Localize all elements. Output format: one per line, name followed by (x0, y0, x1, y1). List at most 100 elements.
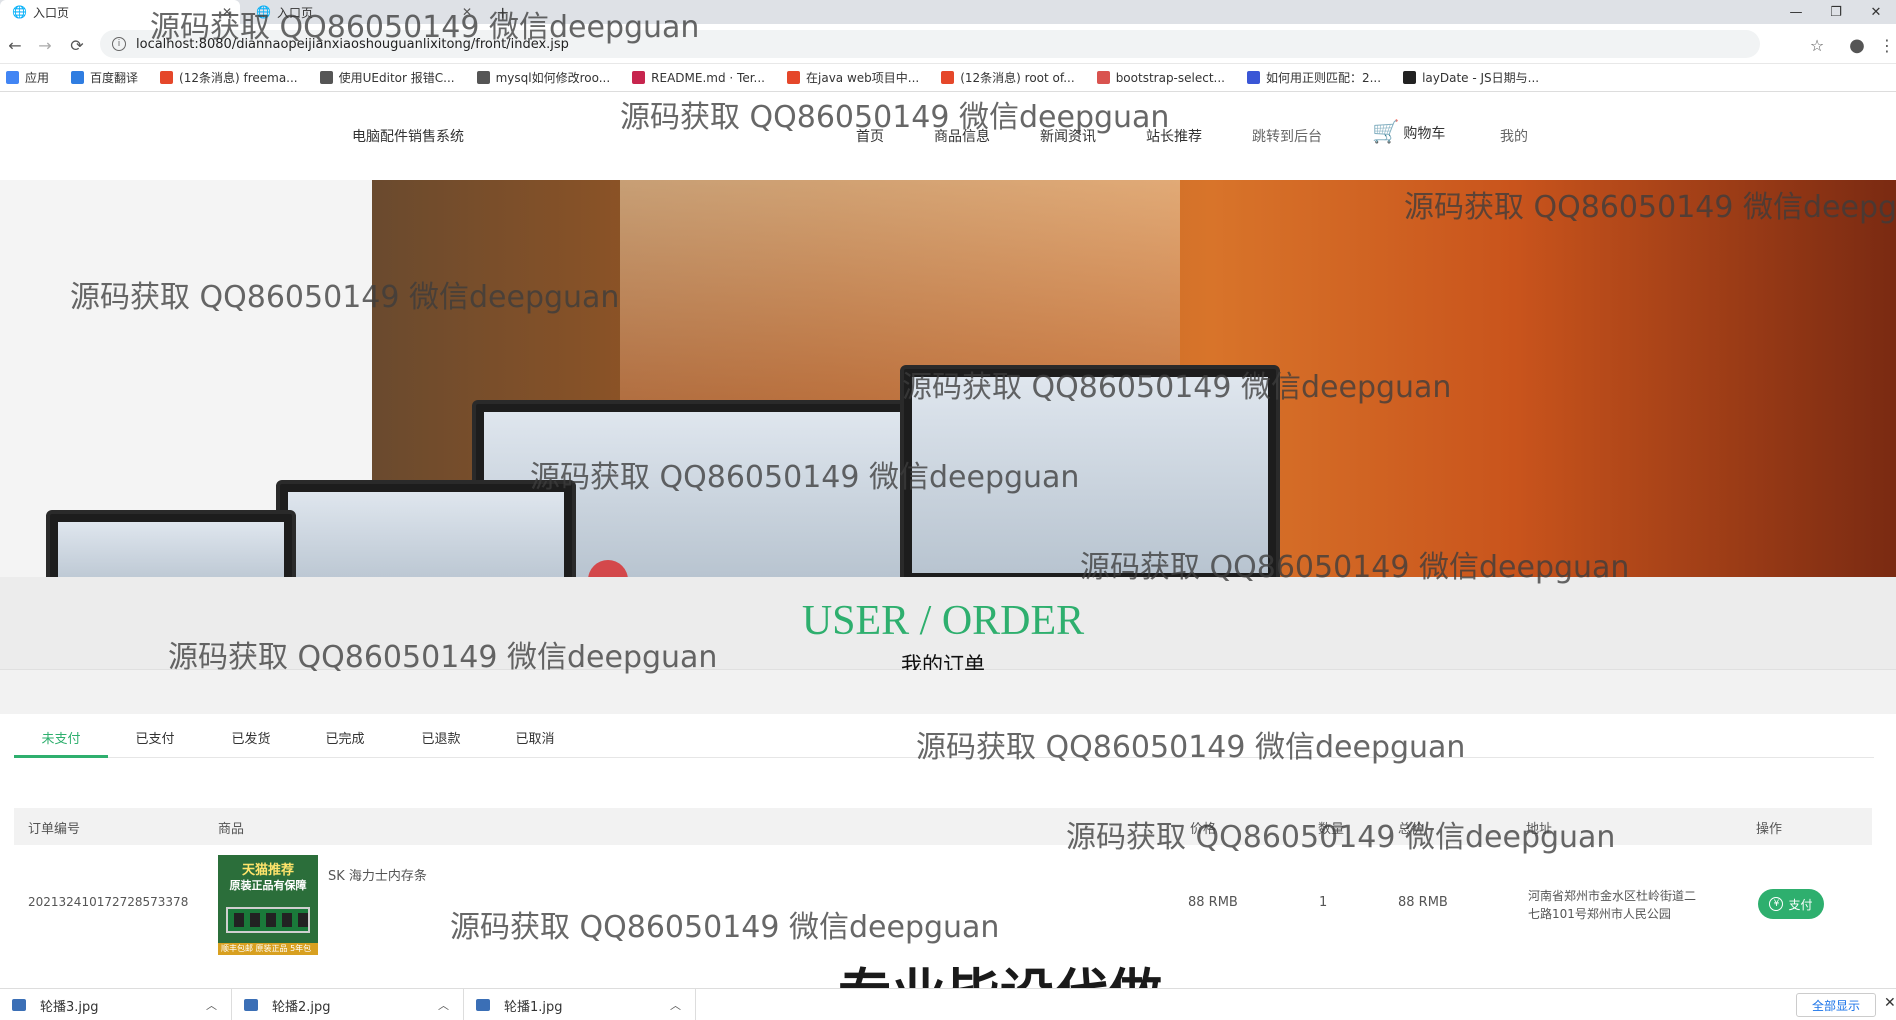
download-item[interactable]: 轮播3.jpg ︿ (0, 989, 232, 1020)
bookmark-favicon-icon (1403, 71, 1417, 84)
bookmark-label: (12条消息) freema... (179, 71, 298, 85)
bookmark-item[interactable]: bootstrap-select... (1096, 71, 1225, 85)
download-filename: 轮播1.jpg (504, 999, 563, 1015)
chevron-up-icon[interactable]: ︿ (670, 997, 681, 1013)
profile-icon[interactable]: ● (1844, 32, 1870, 58)
bookmark-favicon-icon (1096, 71, 1110, 84)
reload-icon[interactable]: ⟳ (64, 32, 90, 58)
nav-admin[interactable]: 跳转到后台 (1252, 126, 1322, 146)
col-action: 操作 (1756, 822, 1783, 837)
image-file-icon (12, 999, 26, 1011)
restore-icon[interactable]: ❐ (1816, 0, 1856, 24)
info-icon[interactable]: i (112, 37, 126, 51)
download-item[interactable]: 轮播2.jpg ︿ (232, 989, 464, 1020)
col-price: 价格 (1190, 822, 1217, 837)
tab-title: 入口页 (276, 5, 313, 20)
banner-monitor (46, 510, 296, 577)
bookmark-favicon-icon (476, 71, 490, 84)
close-window-icon[interactable]: ✕ (1856, 0, 1896, 24)
close-tab-icon[interactable]: ✕ (222, 5, 232, 19)
bookmark-label: 应用 (25, 71, 50, 85)
nav-news[interactable]: 新闻资讯 (1040, 126, 1096, 146)
url-field[interactable]: i localhost:8080/diannaopeijianxiaoshoug… (100, 30, 1760, 58)
bookmark-favicon-icon (6, 71, 19, 84)
nav-home[interactable]: 首页 (856, 126, 884, 146)
bookmark-item[interactable]: layDate - JS日期与... (1403, 69, 1539, 86)
col-address: 地址 (1526, 822, 1553, 837)
bookmarks-bar: 应用 百度翻译 (12条消息) freema... 使用UEditor 报错C... m… (0, 64, 1896, 92)
bookmark-item[interactable]: mysql如何修改roo... (476, 69, 611, 86)
address-line: 河南省郑州市金水区杜岭街道二 (1528, 889, 1697, 903)
nav-recommend[interactable]: 站长推荐 (1146, 126, 1202, 146)
show-all-downloads-button[interactable]: 全部显示 (1796, 993, 1876, 1017)
section-heading: USER / ORDER 我的订单 (0, 577, 1896, 677)
hero-banner (0, 180, 1896, 577)
bookmark-item[interactable]: (12条消息) root of... (941, 69, 1075, 86)
bookmark-label: 在java web项目中... (806, 71, 920, 85)
pay-label: 支付 (1788, 897, 1813, 912)
pay-button[interactable]: ¥ 支付 (1758, 889, 1824, 919)
bookmark-item[interactable]: 在java web项目中... (787, 69, 919, 86)
minimize-icon[interactable]: — (1776, 0, 1816, 24)
bookmark-item[interactable]: 使用UEditor 报错C... (319, 69, 455, 86)
col-order-no: 订单编号 (28, 822, 81, 837)
thumb-text: 原装正品有保障 (229, 879, 307, 892)
bookmark-favicon-icon (160, 71, 174, 84)
download-item[interactable]: 轮播1.jpg ︿ (464, 989, 696, 1020)
download-bar: 轮播3.jpg ︿ 轮播2.jpg ︿ 轮播1.jpg ︿ 全部显示 ✕ (0, 988, 1896, 1020)
tab-unpaid[interactable]: 未支付 (14, 728, 108, 747)
nav-products[interactable]: 商品信息 (934, 126, 990, 146)
bookmark-favicon-icon (71, 71, 85, 84)
bookmark-label: mysql如何修改roo... (495, 71, 611, 85)
tab-refunded[interactable]: 已退款 (394, 728, 488, 747)
forward-arrow-icon[interactable]: → (32, 32, 58, 58)
table-row: 20213241017272857337​8 天猫推荐 原装正品有保障 顺丰包邮… (14, 845, 1872, 957)
bookmark-favicon-icon (632, 71, 646, 84)
bookmark-item[interactable]: 百度翻译 (71, 69, 138, 86)
nav-mine[interactable]: 我的 (1500, 126, 1528, 146)
site-logo[interactable]: 电脑配件销售系统 (352, 126, 464, 146)
menu-icon[interactable]: ⋮ (1874, 32, 1896, 58)
download-filename: 轮播3.jpg (40, 999, 99, 1015)
section-title: USER / ORDER (801, 598, 1085, 644)
image-file-icon (476, 999, 490, 1011)
close-download-bar-icon[interactable]: ✕ (1884, 995, 1896, 1011)
chevron-up-icon[interactable]: ︿ (206, 997, 217, 1013)
close-tab-icon[interactable]: ✕ (462, 5, 472, 19)
active-tab-indicator (14, 755, 108, 758)
tab-completed[interactable]: 已完成 (298, 728, 392, 747)
thumb-footer: 顺丰包邮 原装正品 5年包换 (218, 943, 318, 955)
chevron-up-icon[interactable]: ︿ (438, 997, 449, 1013)
quantity: 1 (1319, 895, 1328, 910)
browser-tab-active[interactable]: 🌐 入口页 ✕ (0, 0, 240, 24)
back-arrow-icon[interactable]: ← (2, 32, 28, 58)
browser-tab[interactable]: 🌐 入口页 ✕ (244, 0, 480, 24)
cart-link[interactable]: 🛒 购物车 (1372, 120, 1445, 145)
address-bar: ← → ⟳ i localhost:8080/diannaopeijianxia… (0, 24, 1896, 64)
bookmark-item[interactable]: 如何用正则匹配：2... (1246, 69, 1381, 86)
total-price: 88 RMB (1398, 895, 1448, 910)
product-thumbnail[interactable]: 天猫推荐 原装正品有保障 顺丰包邮 原装正品 5年包换 (218, 855, 318, 955)
bookmark-label: README.md · Ter... (651, 70, 765, 85)
col-qty: 数量 (1318, 822, 1345, 837)
tab-cancelled[interactable]: 已取消 (488, 728, 582, 747)
new-tab-button[interactable]: + (484, 0, 514, 24)
bookmark-label: (12条消息) root of... (960, 71, 1075, 85)
bookmark-item[interactable]: (12条消息) freema... (160, 69, 298, 86)
cart-label: 购物车 (1403, 125, 1446, 142)
star-icon[interactable]: ☆ (1804, 32, 1830, 58)
col-total: 总价 (1398, 822, 1425, 837)
tab-shipped[interactable]: 已发货 (204, 728, 298, 747)
bookmark-favicon-icon (787, 71, 800, 84)
url-text: localhost:8080/diannaopeijianxiaoshougua… (136, 36, 569, 52)
bookmark-favicon-icon (941, 71, 955, 84)
bookmark-item[interactable]: 应用 (6, 69, 49, 86)
section-spacer (0, 670, 1896, 714)
product-name[interactable]: SK 海力士内存条 (328, 865, 427, 884)
tab-paid[interactable]: 已支付 (108, 728, 202, 747)
bookmark-item[interactable]: README.md · Ter... (632, 71, 765, 85)
bookmark-label: 使用UEditor 报错C... (338, 71, 455, 85)
order-tabs: 未支付 已支付 已发货 已完成 已退款 已取消 (14, 714, 1874, 758)
yen-icon: ¥ (1769, 897, 1784, 911)
banner-monitor (276, 480, 576, 577)
